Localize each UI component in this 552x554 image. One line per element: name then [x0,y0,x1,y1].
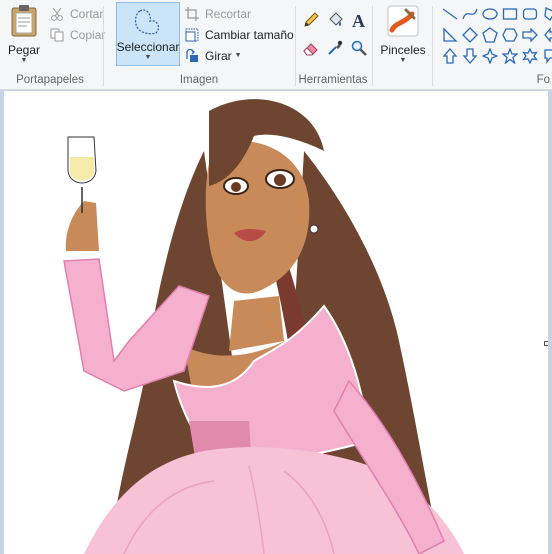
rotate-label: Girar [205,49,232,63]
shapes-group-label: Fo [536,74,550,86]
copy-label: Copiar [70,28,106,42]
separator [372,6,373,86]
select-dropdown-icon[interactable]: ▼ [145,54,152,62]
rotate-icon [183,47,201,65]
cut-label: Cortar [70,7,104,21]
crop-icon [183,5,201,23]
artwork-illustration [63,99,464,554]
brush-icon [386,4,420,41]
scissors-icon [48,5,66,23]
fill-icon[interactable] [324,9,346,31]
eraser-icon[interactable] [300,37,322,59]
svg-text:A: A [352,11,365,29]
rotate-button[interactable]: Girar ▼ [183,46,242,66]
resize-button[interactable]: Cambiar tamaño [183,25,294,45]
text-icon[interactable]: A [348,9,370,31]
copy-button[interactable]: Copiar [48,25,105,45]
brushes-label: Pinceles [380,43,426,57]
drawing-canvas[interactable] [4,91,548,554]
magnifier-icon[interactable] [348,37,370,59]
brushes-button[interactable]: Pinceles ▼ [378,4,428,65]
rotate-dropdown-icon[interactable]: ▼ [235,52,242,60]
resize-label: Cambiar tamaño [205,28,294,42]
clipboard-group: Pegar ▼ Cortar Copiar Portapapeles [0,0,105,90]
shapes-group: Fo [433,0,552,90]
resize-icon [183,26,201,44]
resize-handle[interactable] [544,341,548,346]
color-picker-icon[interactable] [324,37,346,59]
copy-icon [48,26,66,44]
paste-dropdown-icon[interactable]: ▼ [21,57,28,65]
select-button[interactable]: Seleccionar ▼ [116,2,180,66]
ribbon: Pegar ▼ Cortar Copiar Portapapeles Image… [0,0,552,90]
tools-group-label: Herramientas [298,74,368,86]
brushes-dropdown-icon[interactable]: ▼ [400,57,407,65]
clipboard-icon [9,4,39,41]
paste-label: Pegar [7,43,41,57]
workspace [0,91,552,554]
cut-button[interactable]: Cortar [48,4,103,24]
crop-button[interactable]: Recortar [183,4,251,24]
select-label: Seleccionar [116,40,180,54]
free-form-select-icon [132,5,164,40]
image-group-label: Imagen [179,74,219,86]
pencil-icon[interactable] [300,9,322,31]
clipboard-group-label: Portapapeles [16,74,84,86]
crop-label: Recortar [205,7,252,21]
paste-button[interactable]: Pegar ▼ [4,4,44,65]
